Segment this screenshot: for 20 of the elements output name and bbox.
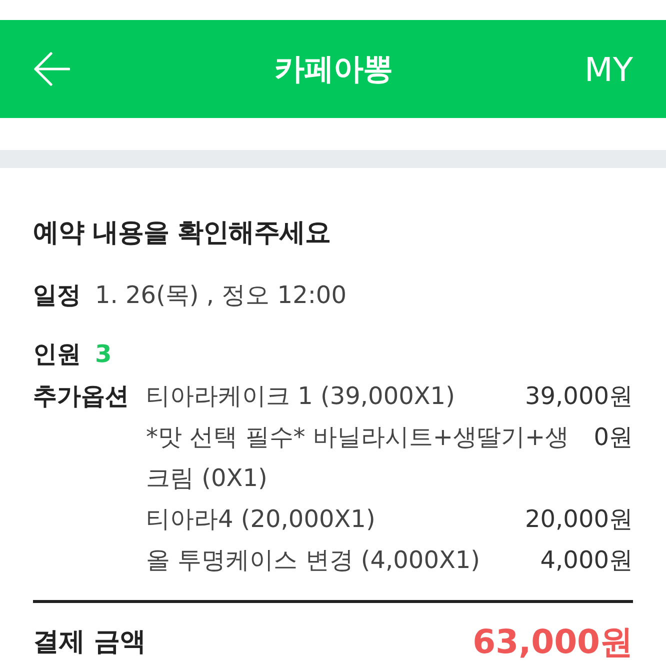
- option-name: 티아라4 (20,000X1): [146, 504, 376, 535]
- people-label: 인원: [33, 339, 81, 370]
- option-price: 39,000원: [525, 381, 633, 412]
- options-label: 추가옵션: [33, 381, 129, 412]
- confirm-heading: 예약 내용을 확인해주세요: [33, 217, 332, 250]
- option-name: *맛 선택 필수* 바닐라시트+생딸기+생크림 (0X1): [146, 422, 570, 494]
- schedule-value: 1. 26(목) , 정오 12:00: [95, 280, 346, 311]
- people-count: 3: [95, 339, 112, 370]
- back-button[interactable]: [34, 52, 70, 86]
- option-name: 티아라케이크 1 (39,000X1): [146, 381, 455, 412]
- total-amount: 63,000원: [472, 624, 633, 660]
- option-price: 20,000원: [525, 504, 633, 535]
- page-title: 카페아뽕: [274, 50, 392, 88]
- total-label: 결제 금액: [33, 626, 146, 659]
- back-arrow-icon: [34, 52, 70, 86]
- my-page-link[interactable]: MY: [584, 50, 633, 88]
- option-name: 올 투명케이스 변경 (4,000X1): [146, 545, 480, 576]
- schedule-label: 일정: [33, 280, 81, 311]
- option-price: 0원: [594, 422, 633, 453]
- option-price: 4,000원: [540, 545, 633, 576]
